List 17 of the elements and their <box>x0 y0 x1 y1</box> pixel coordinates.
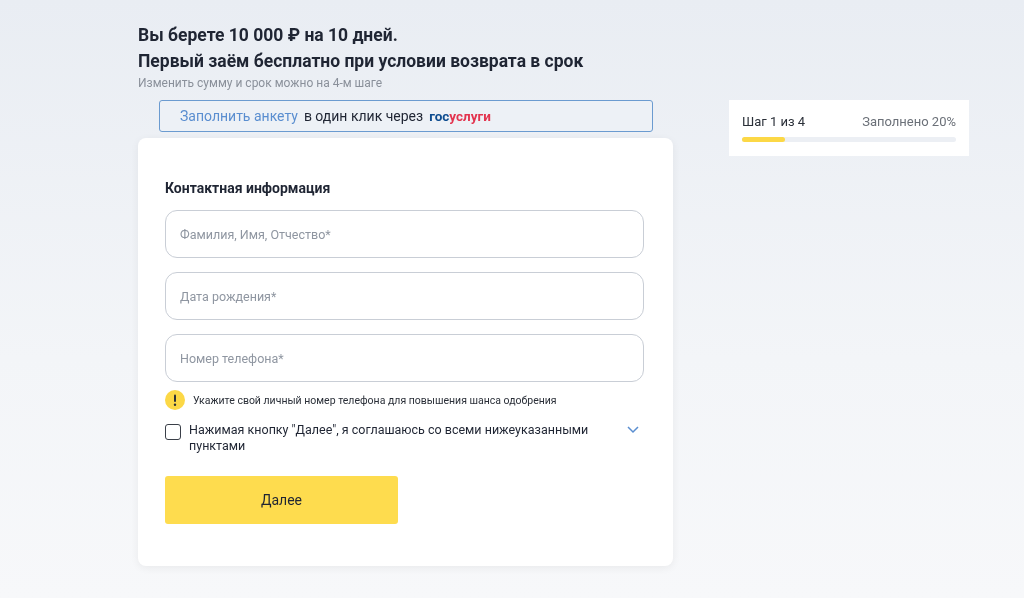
consent-checkbox[interactable] <box>165 424 181 440</box>
hint-text: Укажите свой личный номер телефона для повышения шанса одобрения <box>193 393 557 407</box>
title: Вы берете 10 000 ₽ на 10 дней. <box>138 24 399 47</box>
title: Первый заём бесплатно при условии возврата в срок <box>138 50 585 73</box>
warning-icon <box>165 390 185 410</box>
next-button[interactable]: Далее <box>165 476 398 524</box>
section-title: Контактная информация <box>165 180 331 196</box>
subtitle: Изменить сумму и срок можно на 4-м шаге <box>138 76 383 90</box>
input-field[interactable]: Дата рождения* <box>165 272 644 320</box>
consent-text: Нажимая кнопку "Далее", я соглашаюсь со всеми нижеуказанными пунктами <box>189 422 590 454</box>
filled-label: Заполнено 20% <box>862 114 956 129</box>
chevron-down-icon[interactable] <box>627 426 639 434</box>
banner-text: в один клик через <box>303 108 424 124</box>
input-field[interactable]: Номер телефона* <box>165 334 644 382</box>
input-field[interactable]: Фамилия, Имя, Отчество* <box>165 210 644 258</box>
gosuslugi-logo: госуслуги <box>429 108 491 124</box>
step-label: Шаг 1 из 4 <box>742 114 806 129</box>
